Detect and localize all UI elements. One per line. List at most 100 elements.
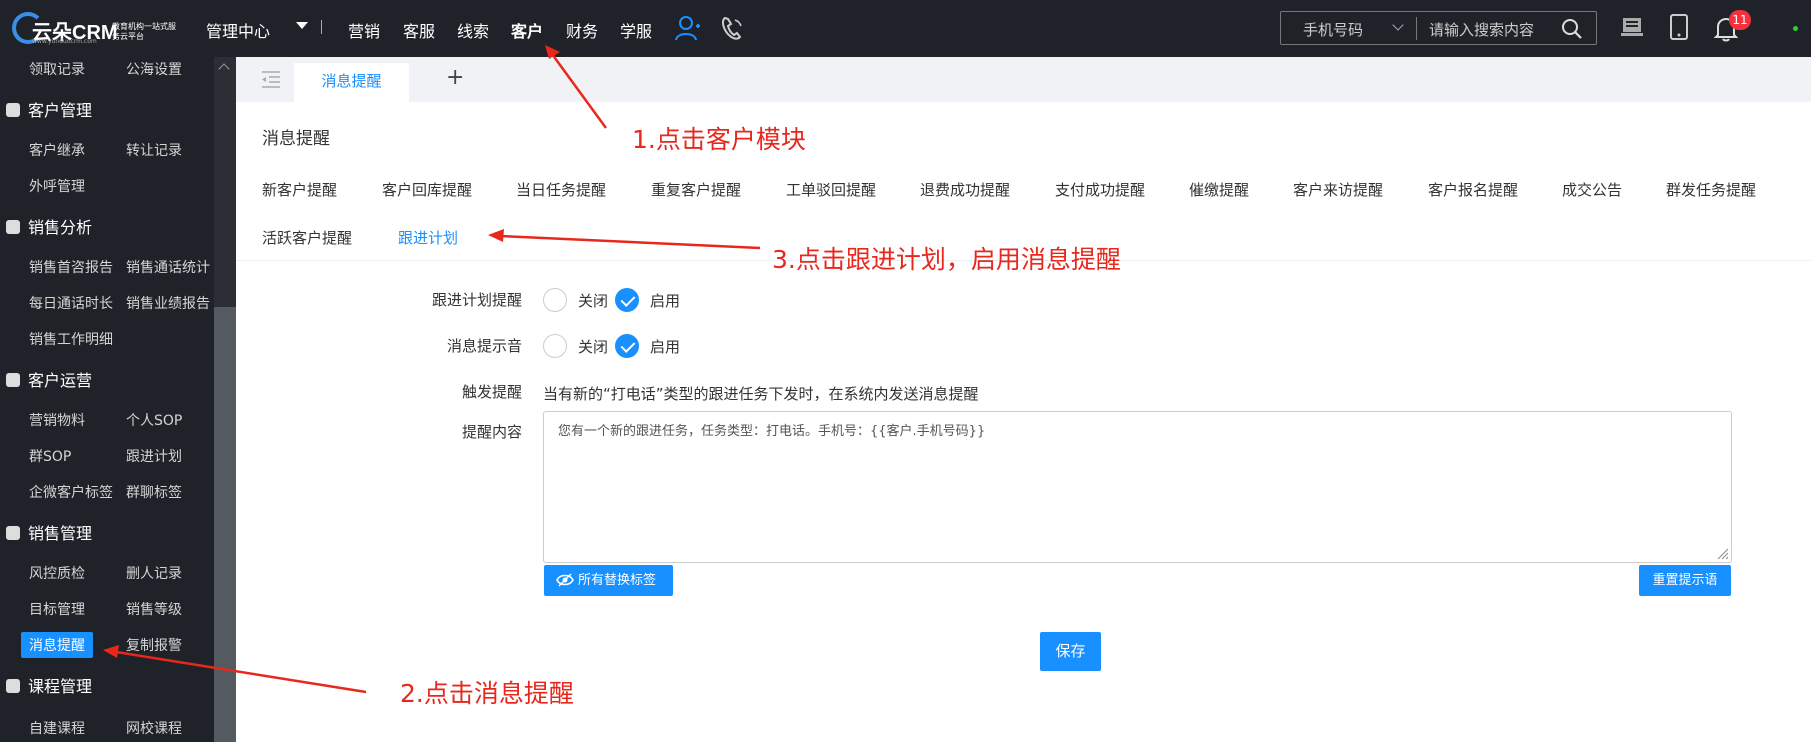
search-icon[interactable] bbox=[1561, 18, 1583, 40]
sidebar-item-first-consult-report[interactable]: 销售首咨报告 bbox=[29, 257, 113, 277]
sidebar-item-performance-report[interactable]: 销售业绩报告 bbox=[126, 293, 210, 313]
sidebar-item-wecom-customer-tags[interactable]: 企微客户标签 bbox=[29, 482, 113, 502]
all-replacement-tags-button[interactable]: 所有替换标签 bbox=[544, 565, 673, 596]
sound-off-label[interactable]: 关闭 bbox=[578, 336, 608, 357]
sidebar-scrollbar-thumb[interactable] bbox=[214, 307, 236, 742]
sidebar-item-personal-sop[interactable]: 个人SOP bbox=[126, 410, 182, 430]
reminder-off-label[interactable]: 关闭 bbox=[578, 290, 608, 311]
caret-down-icon[interactable] bbox=[296, 22, 308, 29]
sidebar-item-risk-inspection[interactable]: 风控质检 bbox=[29, 563, 85, 583]
search-bar: 手机号码 请输入搜索内容 bbox=[1280, 11, 1597, 45]
book-icon bbox=[6, 679, 20, 693]
sidebar-item-customer-inherit[interactable]: 客户继承 bbox=[29, 140, 85, 160]
search-type-select[interactable]: 手机号码 bbox=[1303, 19, 1363, 40]
search-input[interactable]: 请输入搜索内容 bbox=[1429, 19, 1534, 40]
subnav-active-customer[interactable]: 活跃客户提醒 bbox=[262, 227, 352, 248]
reminder-content-value[interactable]: 您有一个新的跟进任务，任务类型：打电话。手机号：{{客户.手机号码}} bbox=[558, 420, 985, 439]
sidebar-item-group-sop[interactable]: 群SOP bbox=[29, 446, 71, 466]
subnav-daily-task[interactable]: 当日任务提醒 bbox=[516, 179, 606, 200]
sidebar-group-course-management[interactable]: 课程管理 bbox=[6, 673, 92, 697]
reminder-on-label[interactable]: 启用 bbox=[650, 290, 680, 311]
user-icon[interactable] bbox=[675, 14, 701, 42]
monitor-icon[interactable] bbox=[1621, 16, 1645, 38]
collapse-menu-icon[interactable] bbox=[260, 69, 282, 89]
eye-icon bbox=[556, 573, 574, 587]
trigger-label: 触发提醒 bbox=[461, 383, 522, 401]
nav-item-service[interactable]: 客服 bbox=[403, 18, 435, 42]
sidebar-group-customer-operation[interactable]: 客户运营 bbox=[6, 367, 92, 391]
sidebar-group-label: 客户运营 bbox=[28, 371, 93, 390]
nav-item-student-service[interactable]: 学服 bbox=[620, 18, 652, 42]
message-sound-label: 消息提示音 bbox=[446, 337, 522, 355]
logo[interactable]: 云朵CRM 教育机构一站式服务云平台 www.yunduocrm.com bbox=[12, 10, 176, 48]
save-button[interactable]: 保存 bbox=[1040, 632, 1101, 671]
sound-off-radio[interactable] bbox=[543, 334, 567, 358]
sidebar-item-marketing-materials[interactable]: 营销物料 bbox=[29, 410, 85, 430]
annotation-step-1: 1.点击客户模块 bbox=[632, 125, 806, 154]
subnav-mass-send-task[interactable]: 群发任务提醒 bbox=[1666, 179, 1756, 200]
nav-divider bbox=[321, 20, 322, 34]
content-label: 提醒内容 bbox=[461, 423, 522, 441]
subnav-refund-success[interactable]: 退费成功提醒 bbox=[920, 179, 1010, 200]
sidebar-item-target-management[interactable]: 目标管理 bbox=[29, 599, 85, 619]
subnav-customer-return[interactable]: 客户回库提醒 bbox=[382, 179, 472, 200]
notification-badge: 11 bbox=[1729, 10, 1751, 30]
sidebar-group-customer-management[interactable]: 客户管理 bbox=[6, 97, 92, 121]
sidebar-item-daily-call-duration[interactable]: 每日通话时长 bbox=[29, 293, 113, 313]
sidebar-group-sales-analysis[interactable]: 销售分析 bbox=[6, 214, 92, 238]
sidebar-group-label: 销售分析 bbox=[28, 218, 93, 237]
sidebar-item-online-courses[interactable]: 网校课程 bbox=[126, 718, 182, 738]
sidebar-item-pool-settings[interactable]: 公海设置 bbox=[126, 59, 182, 79]
subnav-payment-reminder[interactable]: 催缴提醒 bbox=[1189, 179, 1249, 200]
sidebar-item-outbound-call[interactable]: 外呼管理 bbox=[29, 176, 85, 196]
sidebar-item-transfer-records[interactable]: 转让记录 bbox=[126, 140, 182, 160]
tab-bar: 消息提醒 + bbox=[236, 57, 1811, 102]
pie-chart-icon bbox=[6, 526, 20, 540]
sidebar-item-self-built-courses[interactable]: 自建课程 bbox=[29, 718, 85, 738]
top-navbar: 云朵CRM 教育机构一站式服务云平台 www.yunduocrm.com 管理中… bbox=[0, 0, 1811, 57]
tab-message-reminder[interactable]: 消息提醒 bbox=[294, 63, 409, 102]
sidebar-item-message-reminder[interactable]: 消息提醒 bbox=[21, 632, 93, 658]
nav-item-finance[interactable]: 财务 bbox=[566, 18, 598, 42]
subnav-customer-visit[interactable]: 客户来访提醒 bbox=[1293, 179, 1383, 200]
subnav-duplicate-customer[interactable]: 重复客户提醒 bbox=[651, 179, 741, 200]
subnav-new-customer[interactable]: 新客户提醒 bbox=[262, 179, 337, 200]
resize-handle-icon[interactable] bbox=[1715, 546, 1729, 560]
subnav-payment-success[interactable]: 支付成功提醒 bbox=[1055, 179, 1145, 200]
annotation-step-2: 2.点击消息提醒 bbox=[400, 679, 574, 708]
sound-on-radio[interactable] bbox=[615, 334, 639, 358]
annotation-arrows bbox=[103, 45, 761, 694]
sidebar-item-copy-alert[interactable]: 复制报警 bbox=[126, 635, 182, 655]
sidebar-item-sales-level[interactable]: 销售等级 bbox=[126, 599, 182, 619]
reminder-content-textarea[interactable]: 您有一个新的跟进任务，任务类型：打电话。手机号：{{客户.手机号码}} bbox=[543, 411, 1732, 563]
status-dot bbox=[1793, 26, 1798, 31]
chart-icon bbox=[6, 220, 20, 234]
arrow-step-3 bbox=[488, 229, 761, 250]
reset-prompt-button[interactable]: 重置提示语 bbox=[1639, 565, 1731, 596]
add-tab-button[interactable]: + bbox=[446, 65, 464, 90]
management-center-dropdown[interactable]: 管理中心 bbox=[206, 18, 270, 42]
mobile-icon[interactable] bbox=[1670, 14, 1688, 40]
sidebar-item-follow-up-plan[interactable]: 跟进计划 bbox=[126, 446, 182, 466]
reminder-off-radio[interactable] bbox=[543, 288, 567, 312]
sidebar-item-group-chat-tags[interactable]: 群聊标签 bbox=[126, 482, 182, 502]
sidebar-item-sales-work-detail[interactable]: 销售工作明细 bbox=[29, 329, 113, 349]
phone-icon[interactable] bbox=[720, 14, 744, 42]
subnav-customer-enroll[interactable]: 客户报名提醒 bbox=[1428, 179, 1518, 200]
sidebar-group-sales-management[interactable]: 销售管理 bbox=[6, 520, 92, 544]
logo-url: www.yunduocrm.com bbox=[32, 38, 97, 45]
nav-item-leads[interactable]: 线索 bbox=[457, 18, 489, 42]
reminder-on-radio[interactable] bbox=[615, 288, 639, 312]
sound-on-label[interactable]: 启用 bbox=[650, 336, 680, 357]
sidebar-item-delete-records[interactable]: 删人记录 bbox=[126, 563, 182, 583]
follow-up-reminder-label: 跟进计划提醒 bbox=[431, 291, 522, 309]
subnav-ticket-rejected[interactable]: 工单驳回提醒 bbox=[786, 179, 876, 200]
sidebar-item-call-stats[interactable]: 销售通话统计 bbox=[126, 257, 210, 277]
users-icon bbox=[6, 103, 20, 117]
nav-item-marketing[interactable]: 营销 bbox=[348, 18, 380, 42]
chevron-down-icon[interactable] bbox=[1392, 19, 1404, 31]
subnav-deal-announcement[interactable]: 成交公告 bbox=[1562, 179, 1622, 200]
sidebar-item-claim-records[interactable]: 领取记录 bbox=[29, 59, 85, 79]
subnav-follow-up-plan[interactable]: 跟进计划 bbox=[398, 227, 458, 248]
nav-item-customers[interactable]: 客户 bbox=[511, 18, 543, 42]
